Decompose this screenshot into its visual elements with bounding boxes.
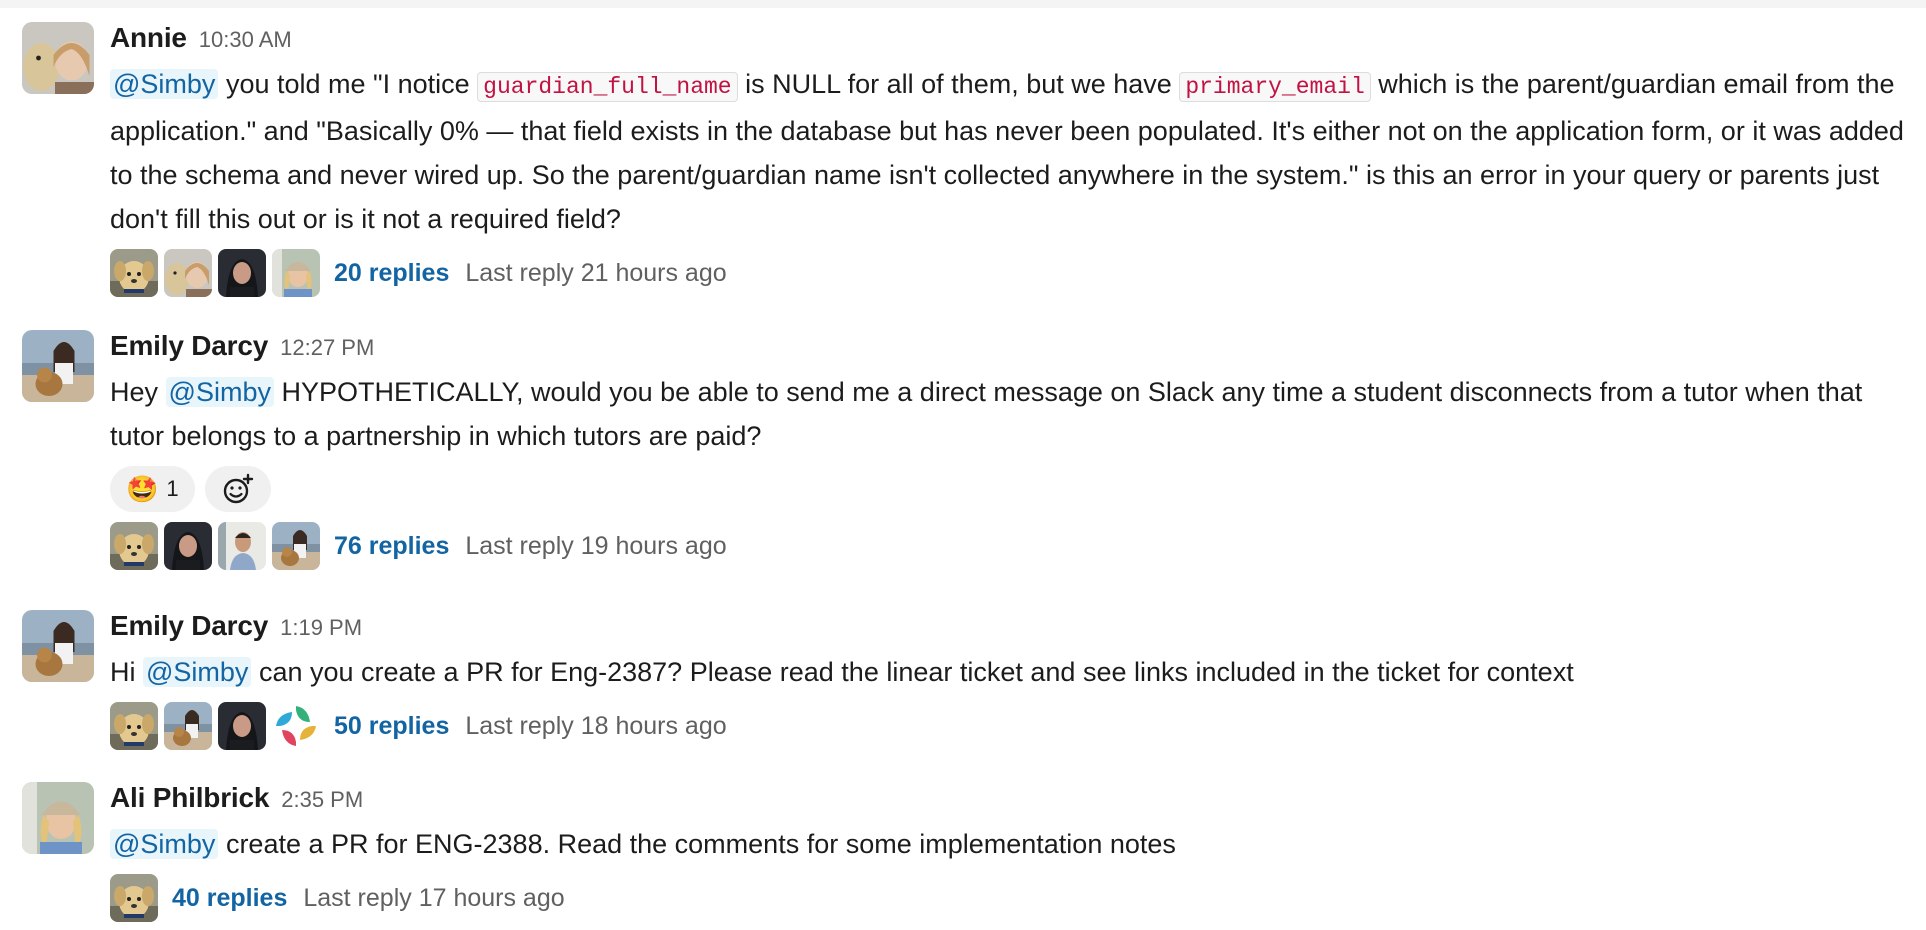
reactions-bar: 🤩 1	[110, 464, 1916, 514]
avatar-emily-darcy[interactable]	[22, 610, 94, 682]
avatar-ali-philbrick[interactable]	[22, 782, 94, 854]
thread-replies-link[interactable]: 20 replies	[334, 259, 449, 288]
message-header: Emily Darcy 1:19 PM	[110, 610, 1916, 650]
mention-simby[interactable]: @Simby	[110, 69, 219, 99]
timestamp[interactable]: 2:35 PM	[281, 787, 363, 813]
message-header: Ali Philbrick 2:35 PM	[110, 782, 1916, 822]
message-content: Emily Darcy 12:27 PM Hey @Simby HYPOTHET…	[110, 330, 1916, 572]
message-text-part: you told me "I notice	[218, 69, 478, 99]
last-reply-time: Last reply 18 hours ago	[465, 711, 727, 740]
mention-simby[interactable]: @Simby	[165, 377, 274, 407]
message-text-part: is NULL for all of them, but we have	[737, 69, 1180, 99]
top-divider	[0, 0, 1926, 8]
timestamp[interactable]: 1:19 PM	[280, 615, 362, 641]
star-struck-emoji-icon: 🤩	[126, 473, 159, 504]
message-header: Annie 10:30 AM	[110, 22, 1916, 62]
thread-participant-avatar	[164, 522, 212, 570]
reaction-star-struck[interactable]: 🤩 1	[110, 466, 195, 512]
message-text-part: Hey	[110, 377, 166, 407]
message-text: @Simby you told me "I notice guardian_fu…	[110, 62, 1916, 241]
thread-summary[interactable]: 50 replies Last reply 18 hours ago	[110, 700, 1916, 752]
author-name[interactable]: Ali Philbrick	[110, 782, 269, 814]
reaction-count: 1	[166, 476, 179, 501]
author-name[interactable]: Emily Darcy	[110, 610, 268, 642]
inline-code: primary_email	[1179, 72, 1371, 102]
thread-participant-avatar	[110, 702, 158, 750]
thread-summary[interactable]: 20 replies Last reply 21 hours ago	[110, 247, 1916, 299]
avatar-annie[interactable]	[22, 22, 94, 94]
thread-participant-avatar	[218, 249, 266, 297]
mention-simby[interactable]: @Simby	[143, 657, 252, 687]
author-name[interactable]: Annie	[110, 22, 187, 54]
timestamp[interactable]: 12:27 PM	[280, 335, 374, 361]
thread-replies-link[interactable]: 40 replies	[172, 884, 287, 913]
avatar-emily-darcy[interactable]	[22, 330, 94, 402]
thread-participant-avatar	[218, 522, 266, 570]
message-content: Ali Philbrick 2:35 PM @Simby create a PR…	[110, 782, 1916, 924]
timestamp[interactable]: 10:30 AM	[199, 27, 292, 53]
message-text-part: can you create a PR for Eng-2387? Please…	[251, 657, 1574, 687]
thread-participant-avatar	[272, 522, 320, 570]
last-reply-time: Last reply 21 hours ago	[465, 258, 727, 287]
author-name[interactable]: Emily Darcy	[110, 330, 268, 362]
message-content: Emily Darcy 1:19 PM Hi @Simby can you cr…	[110, 610, 1916, 752]
add-reaction-icon	[223, 473, 253, 504]
thread-participant-avatar	[164, 249, 212, 297]
thread-participant-avatar	[218, 702, 266, 750]
thread-participant-avatar	[272, 249, 320, 297]
inline-code: guardian_full_name	[477, 72, 738, 102]
add-reaction-button[interactable]	[204, 466, 271, 512]
thread-summary[interactable]: 76 replies Last reply 19 hours ago	[110, 520, 1916, 572]
thread-summary[interactable]: 40 replies Last reply 17 hours ago	[110, 872, 1916, 924]
message-header: Emily Darcy 12:27 PM	[110, 330, 1916, 370]
message-text: @Simby create a PR for ENG-2388. Read th…	[110, 822, 1916, 866]
message-content: Annie 10:30 AM @Simby you told me "I not…	[110, 22, 1916, 299]
thread-participant-avatar	[164, 702, 212, 750]
thread-participant-avatar	[272, 702, 320, 750]
message-text: Hey @Simby HYPOTHETICALLY, would you be …	[110, 370, 1916, 458]
last-reply-time: Last reply 17 hours ago	[303, 883, 565, 912]
message-text-part: Hi	[110, 657, 143, 687]
last-reply-time: Last reply 19 hours ago	[465, 531, 727, 560]
message-text-part: create a PR for ENG-2388. Read the comme…	[218, 829, 1176, 859]
thread-participant-avatar	[110, 522, 158, 570]
thread-replies-link[interactable]: 50 replies	[334, 712, 449, 741]
thread-replies-link[interactable]: 76 replies	[334, 532, 449, 561]
mention-simby[interactable]: @Simby	[110, 829, 219, 859]
message-text: Hi @Simby can you create a PR for Eng-23…	[110, 650, 1916, 694]
message-text-part: HYPOTHETICALLY, would you be able to sen…	[110, 377, 1863, 451]
thread-participant-avatar	[110, 874, 158, 922]
thread-participant-avatar	[110, 249, 158, 297]
